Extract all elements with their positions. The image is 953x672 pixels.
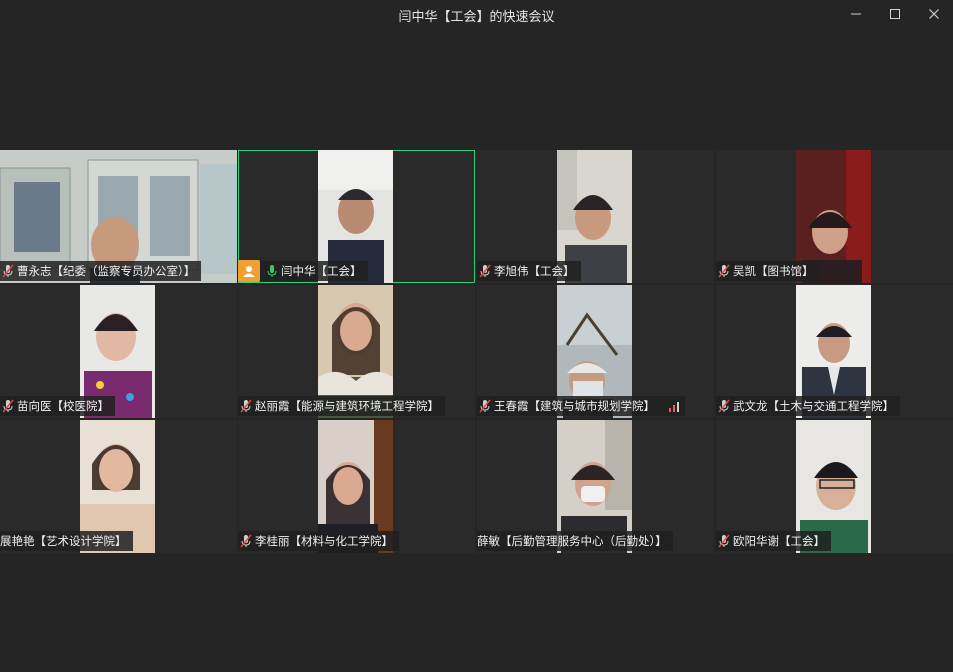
mic-muted-icon [479,399,491,413]
participant-label: 武文龙【土木与交通工程学院】 [716,396,900,416]
weak-signal-icon [669,400,679,412]
participant-label: 苗向医【校医院】 [0,396,115,416]
title-bar: 闫中华【工会】的快速会议 [0,0,953,28]
participant-name: 李旭伟【工会】 [494,264,575,278]
mic-muted-icon [240,534,252,548]
participant-name: 吴凯【图书馆】 [733,264,814,278]
participant-name: 展艳艳【艺术设计学院】 [0,534,127,548]
participant-tile[interactable]: 苗向医【校医院】 [0,285,237,418]
participant-label: 王春霞【建筑与城市规划学院】 [477,396,685,416]
participant-label: 曹永志【纪委（监察专员办公室）】 [0,261,202,281]
participant-tile[interactable]: 展艳艳【艺术设计学院】 [0,420,237,553]
participant-tile[interactable]: 王春霞【建筑与城市规划学院】 [477,285,714,418]
mic-active-icon [267,265,277,277]
participant-tile-active-speaker[interactable]: 闫中华【工会】 [238,150,475,283]
participant-label: 展艳艳【艺术设计学院】 [0,531,133,551]
participant-name: 赵丽霞【能源与建筑环境工程学院】 [255,399,439,413]
video-grid: 曹永志【纪委（监察专员办公室）】 闫中华【工会】 李旭伟【工会】 吴凯【图书馆】… [0,150,953,554]
minimize-button[interactable] [837,0,875,28]
participant-name: 欧阳华谢【工会】 [733,534,825,548]
participant-name: 曹永志【纪委（监察专员办公室）】 [17,264,196,278]
participant-name: 王春霞【建筑与城市规划学院】 [494,399,655,413]
participant-tile[interactable]: 欧阳华谢【工会】 [716,420,953,553]
participant-name: 苗向医【校医院】 [17,399,109,413]
mic-muted-icon [718,399,730,413]
participant-tile[interactable]: 武文龙【土木与交通工程学院】 [716,285,953,418]
participant-tile[interactable]: 吴凯【图书馆】 [716,150,953,283]
window-title: 闫中华【工会】的快速会议 [398,10,555,25]
participant-name: 薛敏【后勤管理服务中心（后勤处）】 [477,534,667,548]
participant-tile[interactable]: 李旭伟【工会】 [477,150,714,283]
participant-label: 李旭伟【工会】 [477,261,581,281]
mic-muted-icon [240,399,252,413]
mic-muted-icon [479,264,491,278]
participant-label: 李桂丽【材料与化工学院】 [238,531,399,551]
participant-label: 吴凯【图书馆】 [716,261,820,281]
participant-name: 闫中华【工会】 [281,264,362,278]
mic-muted-icon [718,534,730,548]
user-icon [243,266,255,277]
maximize-icon [890,9,900,19]
participant-name: 武文龙【土木与交通工程学院】 [733,399,894,413]
participant-label: 欧阳华谢【工会】 [716,531,831,551]
minimize-icon [851,13,861,15]
participant-tile[interactable]: 曹永志【纪委（监察专员办公室）】 [0,150,237,283]
participant-label: 赵丽霞【能源与建筑环境工程学院】 [238,396,445,416]
maximize-button[interactable] [876,0,914,28]
participant-tile[interactable]: 薛敏【后勤管理服务中心（后勤处）】 [477,420,714,553]
mic-muted-icon [2,264,14,278]
mic-muted-icon [718,264,730,278]
participant-tile[interactable]: 李桂丽【材料与化工学院】 [238,420,475,553]
participant-name: 李桂丽【材料与化工学院】 [255,534,393,548]
mic-muted-icon [2,399,14,413]
host-badge [238,260,260,282]
participant-tile[interactable]: 赵丽霞【能源与建筑环境工程学院】 [238,285,475,418]
participant-label: 薛敏【后勤管理服务中心（后勤处）】 [477,531,673,551]
close-button[interactable] [915,0,953,28]
participant-label: 闫中华【工会】 [238,260,368,282]
close-icon [929,9,939,19]
